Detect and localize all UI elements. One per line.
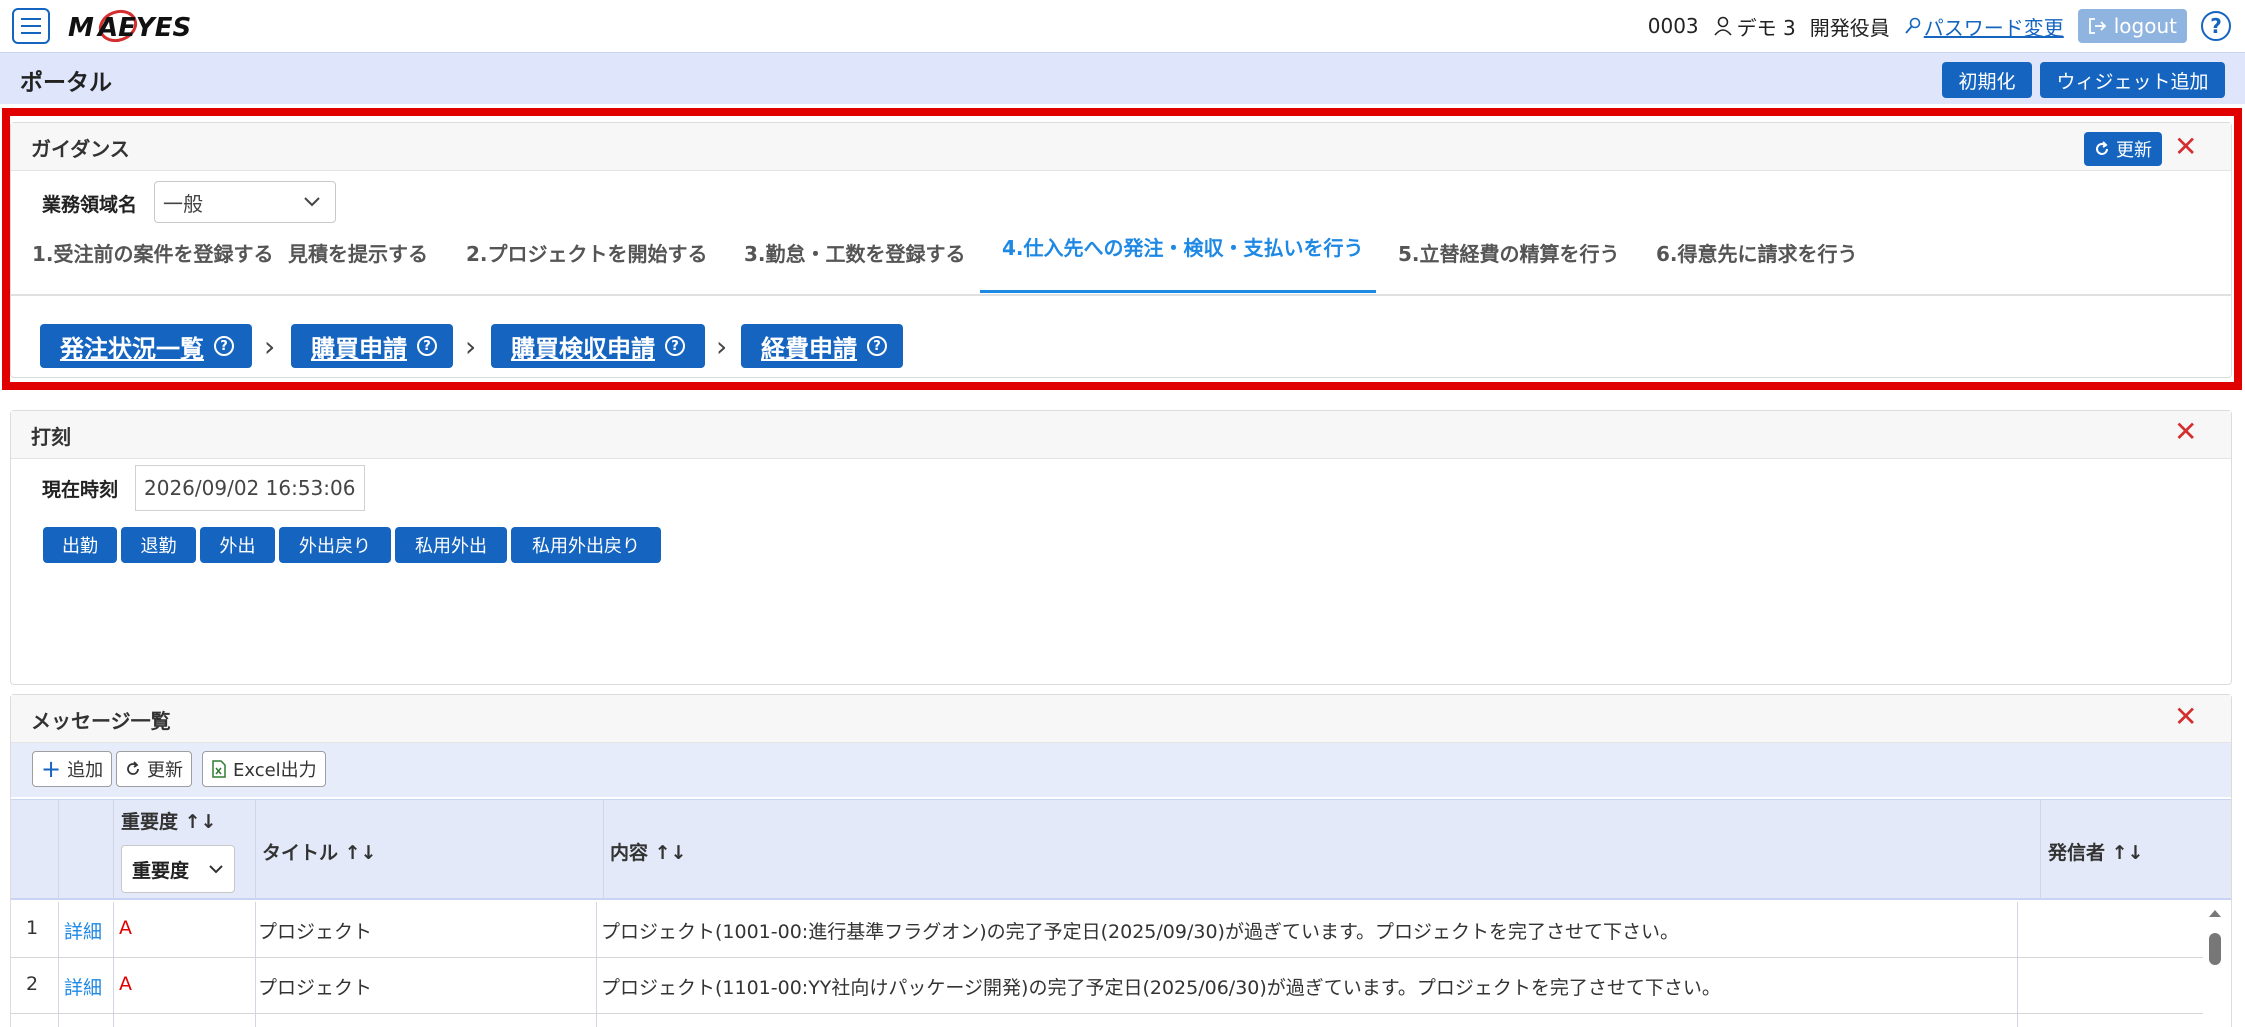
stamp-header: 打刻 bbox=[11, 411, 2231, 459]
user-role: 開発役員 bbox=[1809, 15, 1890, 40]
sender-header[interactable]: 発信者 ↑↓ bbox=[2048, 838, 2143, 865]
row-number: 2 bbox=[26, 973, 39, 995]
vertical-scrollbar[interactable] bbox=[2205, 905, 2225, 1027]
current-time-value: 2026/09/02 16:53:06 bbox=[135, 465, 365, 511]
message-title: プロジェクト bbox=[258, 977, 373, 999]
excel-export-button[interactable]: Excel出力 bbox=[202, 751, 326, 787]
importance-header[interactable]: 重要度 ↑↓ bbox=[121, 807, 216, 834]
content-header[interactable]: 内容 ↑↓ bbox=[610, 838, 686, 865]
message-close-icon[interactable]: ✕ bbox=[2174, 703, 2197, 731]
page-title-bar: ポータル bbox=[0, 52, 2245, 104]
refresh-messages-button[interactable]: 更新 bbox=[116, 751, 192, 787]
clock-out-button[interactable]: 退勤 bbox=[121, 527, 196, 563]
scroll-up-icon[interactable] bbox=[2205, 905, 2225, 921]
message-content: プロジェクト(1101-00:YY社向けパッケージ開発)の完了予定日(2025/… bbox=[601, 977, 1721, 999]
title-header[interactable]: タイトル ↑↓ bbox=[262, 838, 376, 865]
page-title: ポータル bbox=[20, 70, 112, 96]
user-info: デモ 3 bbox=[1713, 12, 1796, 41]
message-title: プロジェクト bbox=[258, 921, 373, 943]
plus-icon: + bbox=[41, 755, 62, 783]
logout-icon bbox=[2088, 18, 2107, 34]
return-button[interactable]: 外出戻り bbox=[279, 527, 391, 563]
add-widget-button[interactable]: ウィジェット追加 bbox=[2040, 62, 2225, 98]
row-number: 1 bbox=[26, 917, 39, 939]
add-message-button[interactable]: + 追加 bbox=[32, 751, 113, 787]
svg-text:AEYES: AEYES bbox=[96, 13, 191, 43]
message-content: プロジェクト(1001-00:進行基準フラグオン)の完了予定日(2025/09/… bbox=[601, 921, 1680, 943]
user-name: デモ 3 bbox=[1736, 15, 1796, 40]
logout-label: logout bbox=[2113, 14, 2177, 38]
user-icon bbox=[1714, 16, 1732, 36]
detail-link[interactable]: 詳細 bbox=[64, 917, 102, 944]
maeyes-logo: M AEYES bbox=[68, 9, 191, 43]
hamburger-menu-icon[interactable] bbox=[12, 8, 50, 44]
importance-value: A bbox=[119, 917, 132, 939]
refresh-icon bbox=[127, 761, 139, 775]
detail-link[interactable]: 詳細 bbox=[64, 973, 102, 1000]
message-title: メッセージ一覧 bbox=[31, 709, 171, 733]
help-icon[interactable]: ? bbox=[2201, 11, 2231, 41]
private-return-button[interactable]: 私用外出戻り bbox=[511, 527, 661, 563]
private-out-button[interactable]: 私用外出 bbox=[395, 527, 507, 563]
importance-filter-value: 重要度 bbox=[132, 859, 190, 882]
guidance-highlight-frame bbox=[2, 108, 2242, 390]
initialize-button[interactable]: 初期化 bbox=[1942, 62, 2032, 98]
go-out-button[interactable]: 外出 bbox=[200, 527, 275, 563]
add-label: 追加 bbox=[67, 760, 104, 781]
key-icon bbox=[1905, 17, 1921, 34]
chevron-down-icon bbox=[209, 865, 223, 874]
excel-label: Excel出力 bbox=[233, 760, 317, 781]
password-change-link[interactable]: パスワード変更 bbox=[1904, 12, 2064, 41]
stamp-title: 打刻 bbox=[31, 425, 71, 449]
clock-in-button[interactable]: 出勤 bbox=[43, 527, 117, 563]
message-header: メッセージ一覧 bbox=[11, 695, 2231, 743]
importance-value: A bbox=[119, 973, 132, 995]
current-time-label: 現在時刻 bbox=[42, 479, 119, 501]
password-change-label: パスワード変更 bbox=[1923, 15, 2064, 40]
excel-icon bbox=[212, 760, 226, 778]
user-code: 0003 bbox=[1647, 14, 1699, 38]
refresh-label: 更新 bbox=[147, 760, 183, 781]
message-toolbar bbox=[11, 743, 2231, 797]
user-area: 0003 デモ 3 開発役員 パスワード変更 logout ? bbox=[1648, 8, 2231, 44]
importance-filter-select[interactable]: 重要度 bbox=[121, 845, 235, 893]
svg-text:M: M bbox=[68, 13, 94, 43]
scrollbar-thumb[interactable] bbox=[2209, 933, 2221, 965]
logout-button[interactable]: logout bbox=[2077, 9, 2187, 43]
stamp-close-icon[interactable]: ✕ bbox=[2174, 418, 2197, 446]
